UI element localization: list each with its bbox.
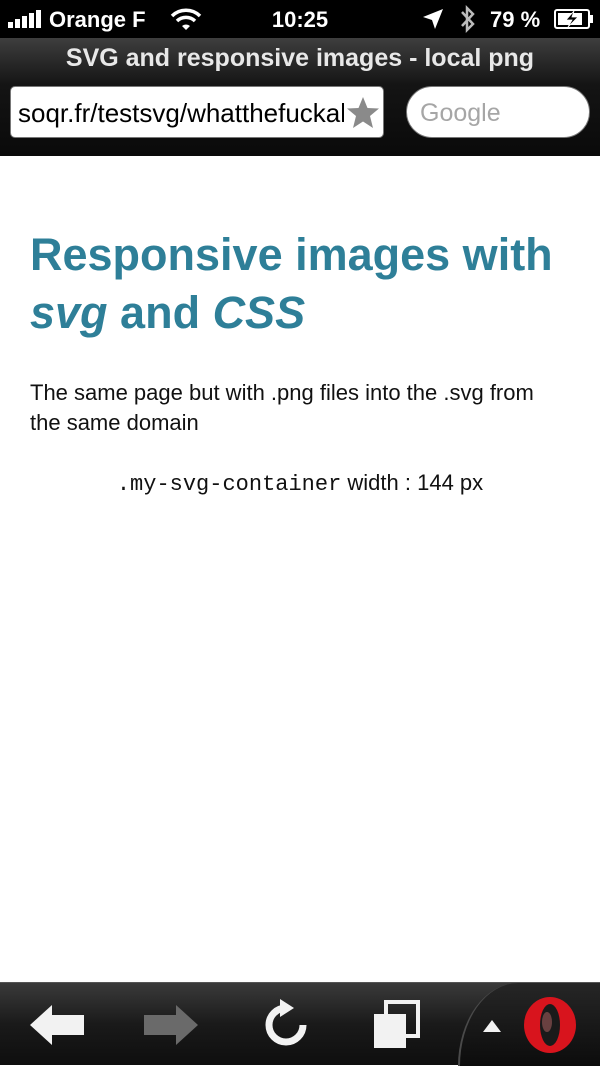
- heading-text-2: and: [107, 287, 213, 338]
- opera-menu-button[interactable]: [458, 983, 600, 1066]
- opera-logo-icon[interactable]: [520, 995, 580, 1055]
- container-width-line: .my-svg-container width : 144 px: [0, 470, 600, 497]
- heading-text-1: Responsive images with: [30, 229, 553, 280]
- bluetooth-icon: [461, 5, 475, 33]
- intro-paragraph: The same page but with .png files into t…: [30, 380, 534, 435]
- url-text[interactable]: soqr.fr/testsvg/whatthefuckallt: [18, 98, 344, 129]
- code-selector: .my-svg-container: [116, 472, 342, 497]
- location-icon: [423, 9, 443, 29]
- forward-icon[interactable]: [142, 1003, 200, 1047]
- search-input[interactable]: Google: [406, 86, 590, 138]
- back-icon[interactable]: [28, 1003, 86, 1047]
- battery-charging-icon: [554, 9, 593, 29]
- web-content: Responsive images with svg and CSS The s…: [0, 156, 600, 982]
- status-bar: Orange F 10:25 79 %: [0, 0, 600, 38]
- page-title: SVG and responsive images - local png: [65, 44, 535, 72]
- bottom-toolbar: [0, 982, 600, 1066]
- heading-em-svg: svg: [30, 287, 108, 338]
- heading-em-css: CSS: [212, 287, 306, 338]
- search-placeholder: Google: [420, 99, 501, 127]
- page-heading: Responsive images with svg and CSS: [30, 226, 580, 342]
- address-bar[interactable]: soqr.fr/testsvg/whatthefuckallt: [10, 86, 384, 138]
- chevron-up-icon[interactable]: [482, 1019, 502, 1033]
- reload-icon[interactable]: [258, 998, 314, 1052]
- battery-percent: 79 %: [490, 7, 541, 32]
- tabs-icon[interactable]: [372, 1000, 420, 1050]
- bookmark-star-icon[interactable]: [345, 95, 381, 131]
- width-value: width : 144 px: [347, 470, 484, 495]
